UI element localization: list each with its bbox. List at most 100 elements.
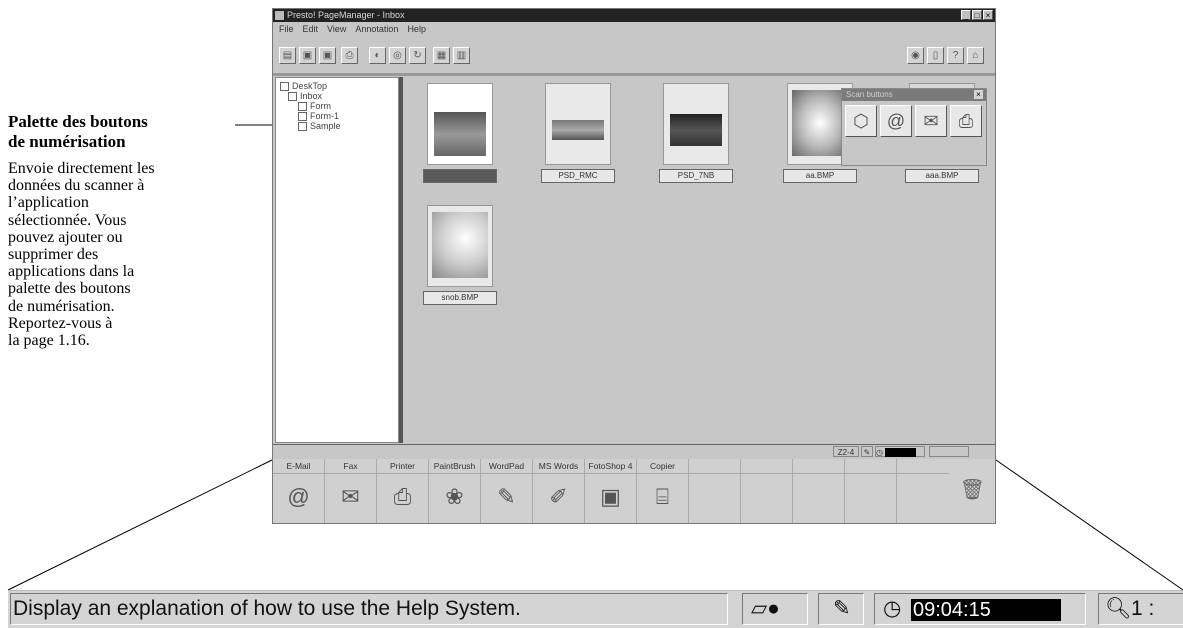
app-slot-empty[interactable] <box>689 459 741 523</box>
tree-label: Inbox <box>300 91 323 101</box>
help-icon[interactable]: ? <box>947 47 964 64</box>
minimize-button[interactable]: _ <box>961 10 971 20</box>
print-icon[interactable]: ⎙ <box>341 47 358 64</box>
scan-to-fax-icon[interactable]: ✉ <box>915 105 947 137</box>
thumbnail[interactable]: BLACK&WHT <box>423 83 497 183</box>
thumbnail-caption: BLACK&WHT <box>423 169 497 183</box>
tree-item-form[interactable]: Form <box>280 101 394 112</box>
folder-icon <box>298 112 307 122</box>
app-button-fax[interactable]: Fax ✉ <box>325 459 377 523</box>
thumbnail[interactable]: snob.BMP <box>423 205 497 305</box>
fax-icon: ✉ <box>341 484 360 509</box>
status-message: Display an explanation of how to use the… <box>10 593 728 625</box>
menu-help[interactable]: Help <box>407 23 426 36</box>
thumbnail-caption: PSD_7NB <box>659 169 733 183</box>
thumbnail-image <box>545 83 611 165</box>
view-icon[interactable]: ▦ <box>433 47 450 64</box>
app-slot-empty[interactable] <box>897 459 949 523</box>
status-clock-value: 09:04:15 <box>885 448 917 457</box>
menu-edit[interactable]: Edit <box>303 23 319 36</box>
properties-icon[interactable]: ▥ <box>453 47 470 64</box>
rotate-icon[interactable]: ↻ <box>409 47 426 64</box>
scan-to-printer-icon[interactable]: ⎙ <box>950 105 982 137</box>
scanner-status-icon: ▱● <box>751 597 780 620</box>
scan-to-email-icon[interactable]: @ <box>880 105 912 137</box>
page-icon[interactable]: ▯ <box>927 47 944 64</box>
menu-annotation[interactable]: Annotation <box>355 23 398 36</box>
app-label: FotoShop 4 <box>585 459 636 474</box>
edit-mode-pane: ✎ <box>818 593 864 625</box>
app-button-paintbrush[interactable]: PaintBrush ❀ <box>429 459 481 523</box>
app-label: Fax <box>325 459 376 474</box>
app-button-printer[interactable]: Printer ⎙ <box>377 459 429 523</box>
zoom-right-line <box>995 459 1183 591</box>
toolbar: ▤ ▣ ▣ ⎙ ◐ ◎ ↻ ▦ ▥ ◉ ▯ ? ⌂ <box>273 39 995 76</box>
folder-tree: DeskTop Inbox Form Form-1 Sample <box>275 77 399 443</box>
app-label: PaintBrush <box>429 459 480 474</box>
clock-icon: ◷ <box>883 597 902 620</box>
pen-icon: ✎ <box>861 446 873 457</box>
close-button[interactable]: × <box>983 10 993 20</box>
tree-item-sample[interactable]: Sample <box>280 121 394 132</box>
maximize-button[interactable]: □ <box>972 10 982 20</box>
menu-file[interactable]: File <box>279 23 294 36</box>
app-label: Copier <box>637 459 688 474</box>
ms-words-icon: ✐ <box>549 484 568 509</box>
application-bar: E-Mail @ Fax ✉ Printer ⎙ PaintBrush ❀ WordPa… <box>273 459 995 523</box>
clock-pane: ◷ 09:04:15 <box>874 593 1086 625</box>
copier-icon: ⌸ <box>655 484 670 509</box>
window-title: Presto! PageManager - Inbox <box>287 10 405 20</box>
tree-item-form-1[interactable]: Form-1 <box>280 111 394 122</box>
app-label: Printer <box>377 459 428 474</box>
thumbnail[interactable]: PSD_7NB <box>659 83 733 183</box>
scan-icon[interactable]: ◉ <box>907 47 924 64</box>
status-bar-enlarged: Display an explanation of how to use the… <box>8 590 1183 628</box>
title-bar: Presto! PageManager - Inbox _ □ × <box>273 9 995 22</box>
thumbnail-image <box>427 83 493 165</box>
ocr-icon[interactable]: ◎ <box>389 47 406 64</box>
save-icon[interactable]: ▣ <box>299 47 316 64</box>
app-button-wordpad[interactable]: WordPad ✎ <box>481 459 533 523</box>
app-button-ms-words[interactable]: MS Words ✐ <box>533 459 585 523</box>
app-button-email[interactable]: E-Mail @ <box>273 459 325 523</box>
tree-item-inbox[interactable]: Inbox <box>280 91 394 102</box>
thumbnail[interactable]: PSD_RMC <box>541 83 615 183</box>
app-slot-empty[interactable] <box>845 459 897 523</box>
palette-close-button[interactable]: × <box>974 90 983 99</box>
acquire-icon[interactable]: ◐ <box>369 47 386 64</box>
zoom-left-line <box>7 459 273 591</box>
status-zoom: Z2-4 <box>833 446 859 457</box>
desktop-icon <box>280 82 289 92</box>
app-label <box>793 459 844 474</box>
tree-item-desktop[interactable]: DeskTop <box>280 81 394 92</box>
printer-icon: ⎙ <box>393 484 412 509</box>
app-slot-empty[interactable] <box>793 459 845 523</box>
tree-label: Sample <box>310 121 341 131</box>
app-button-fotoshop[interactable]: FotoShop 4 ▣ <box>585 459 637 523</box>
app-label <box>741 459 792 474</box>
trash-icon[interactable]: 🗑 <box>960 477 985 502</box>
status-clock: ◷ 09:04:15 <box>875 446 925 457</box>
status-indicator-pane: ▱● <box>742 593 808 625</box>
app-button-copier[interactable]: Copier ⌸ <box>637 459 689 523</box>
menu-bar: File Edit View Annotation Help <box>273 23 995 36</box>
app-label: E-Mail <box>273 459 324 474</box>
tree-label: DeskTop <box>292 81 328 91</box>
app-label: WordPad <box>481 459 532 474</box>
window-controls: _ □ × <box>961 10 993 20</box>
save-as-icon[interactable]: ▣ <box>319 47 336 64</box>
tree-label: Form <box>310 101 331 111</box>
zoom-pane: 🔍︎ 1 : <box>1098 593 1183 625</box>
scanner-icon[interactable]: ⌂ <box>967 47 984 64</box>
thumbnail-caption: PSD_RMC <box>541 169 615 183</box>
menu-view[interactable]: View <box>327 23 346 36</box>
clock-time: 09:04:15 <box>911 599 1061 621</box>
palette-title: Scan buttons <box>846 90 893 99</box>
new-icon[interactable]: ▤ <box>279 47 296 64</box>
app-label: MS Words <box>533 459 584 474</box>
palette-title-bar: Scan buttons × <box>842 89 986 101</box>
thumbnail-caption: snob.BMP <box>423 291 497 305</box>
app-slot-empty[interactable] <box>741 459 793 523</box>
wordpad-icon: ✎ <box>497 484 516 509</box>
scan-to-paintbrush-icon[interactable]: ⬡ <box>845 105 877 137</box>
